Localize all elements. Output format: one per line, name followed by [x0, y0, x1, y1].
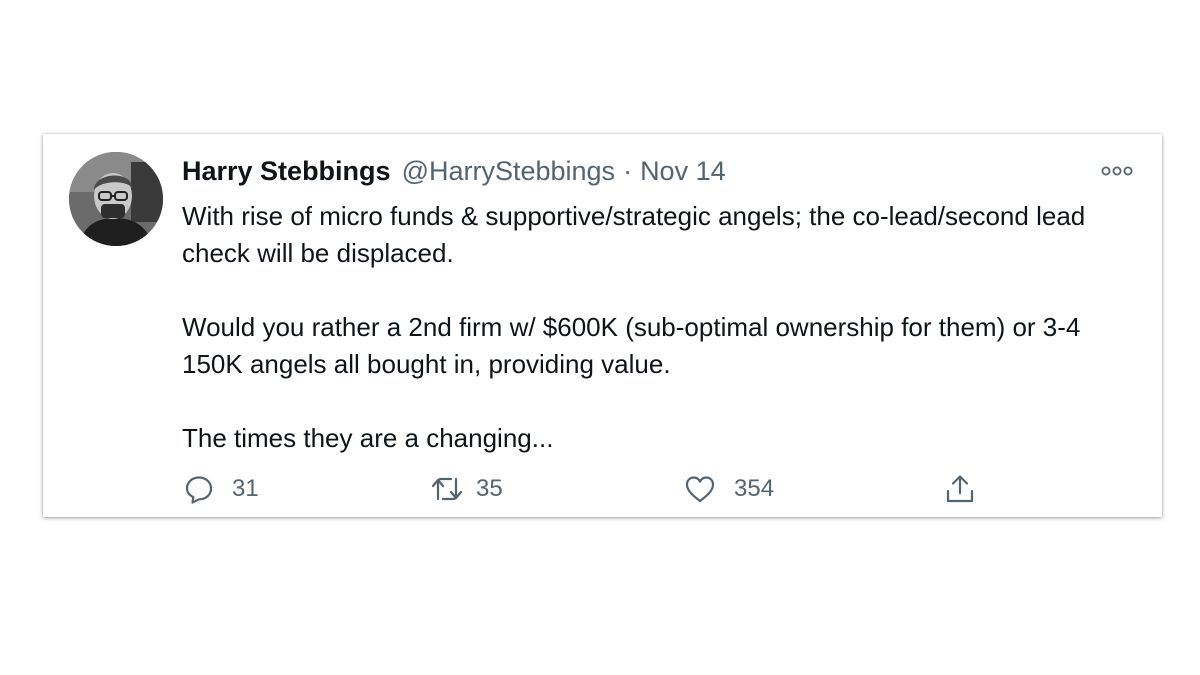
author-display-name[interactable]: Harry Stebbings [182, 156, 391, 187]
tweet-actions: 31 35 354 [184, 472, 984, 506]
tweet-paragraph: Would you rather a 2nd firm w/ $600K (su… [182, 312, 1081, 379]
avatar-photo [69, 152, 163, 246]
tweet-paragraph: With rise of micro funds & supportive/st… [182, 201, 1086, 268]
tweet-date[interactable]: Nov 14 [640, 156, 726, 187]
tweet-text: With rise of micro funds & supportive/st… [182, 198, 1142, 457]
tweet-paragraph: The times they are a changing... [182, 423, 554, 453]
retweet-icon [431, 477, 463, 501]
retweet-button[interactable]: 35 [430, 472, 503, 506]
more-options-button[interactable] [1100, 162, 1134, 180]
retweet-count: 35 [476, 475, 503, 502]
share-icon [946, 475, 974, 503]
like-button[interactable]: 354 [684, 472, 774, 506]
reply-icon [185, 476, 213, 504]
avatar[interactable] [69, 152, 163, 246]
tweet-card[interactable]: Harry Stebbings @HarryStebbings · Nov 14… [43, 134, 1162, 517]
like-count: 354 [734, 475, 775, 502]
heart-icon [685, 476, 715, 503]
more-options-icon [1101, 166, 1133, 176]
reply-count: 31 [232, 475, 259, 502]
header-separator: · [623, 156, 633, 186]
tweet-header: Harry Stebbings @HarryStebbings · Nov 14 [182, 156, 726, 190]
reply-button[interactable]: 31 [184, 472, 259, 506]
share-button[interactable] [944, 472, 976, 506]
author-handle[interactable]: @HarryStebbings [402, 156, 616, 187]
